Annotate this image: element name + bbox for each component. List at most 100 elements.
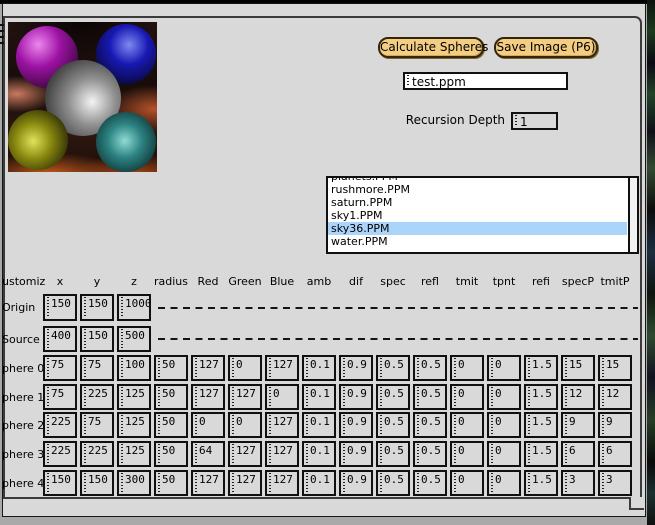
cell-phere-2-dif[interactable]: 0.9 xyxy=(339,412,373,438)
cell-phere-0-tpnt[interactable]: 0 xyxy=(487,355,521,381)
cell-phere-0-y[interactable]: 75 xyxy=(80,355,114,381)
cell-phere-2-x[interactable]: 225 xyxy=(43,412,77,438)
cell-Origin-y[interactable]: 150 xyxy=(80,294,114,321)
cell-phere-1-Blue[interactable]: 0 xyxy=(265,384,299,410)
cell-Source-z[interactable]: 500 xyxy=(117,326,151,352)
cell-phere-1-spec[interactable]: 0.5 xyxy=(376,384,410,410)
cell-phere-3-refi[interactable]: 1.5 xyxy=(524,441,558,467)
recursion-depth-input[interactable]: 1 xyxy=(511,112,558,130)
cell-phere-4-x[interactable]: 150 xyxy=(43,470,77,496)
cell-phere-2-tmitP[interactable]: 9 xyxy=(598,412,632,438)
cell-phere-4-Blue[interactable]: 127 xyxy=(265,470,299,496)
cell-phere-3-Blue[interactable]: 127 xyxy=(265,441,299,467)
cell-phere-0-Green[interactable]: 0 xyxy=(228,355,262,381)
cell-phere-0-tmit[interactable]: 0 xyxy=(450,355,484,381)
cell-phere-0-Red[interactable]: 127 xyxy=(191,355,225,381)
list-item-saturn.PPM[interactable]: saturn.PPM xyxy=(328,196,627,209)
cell-phere-3-refl[interactable]: 0.5 xyxy=(413,441,447,467)
column-header-dif: dif xyxy=(339,275,373,288)
list-item-water.PPM[interactable]: water.PPM xyxy=(328,235,627,248)
cell-phere-1-radius[interactable]: 50 xyxy=(154,384,188,410)
cell-phere-2-specP[interactable]: 9 xyxy=(561,412,595,438)
cell-phere-2-refi[interactable]: 1.5 xyxy=(524,412,558,438)
cell-phere-0-spec[interactable]: 0.5 xyxy=(376,355,410,381)
cell-phere-3-Red[interactable]: 64 xyxy=(191,441,225,467)
cell-phere-2-Red[interactable]: 0 xyxy=(191,412,225,438)
cell-phere-1-dif[interactable]: 0.9 xyxy=(339,384,373,410)
cell-phere-0-amb[interactable]: 0.1 xyxy=(302,355,336,381)
cell-Source-y[interactable]: 150 xyxy=(80,326,114,352)
list-item-sky1.PPM[interactable]: sky1.PPM xyxy=(328,209,627,222)
cell-phere-3-dif[interactable]: 0.9 xyxy=(339,441,373,467)
cell-Source-x[interactable]: 400 xyxy=(43,326,77,352)
cell-phere-1-Green[interactable]: 127 xyxy=(228,384,262,410)
cell-phere-2-z[interactable]: 125 xyxy=(117,412,151,438)
save-image-button[interactable]: Save Image (P6) xyxy=(494,37,598,58)
cell-phere-0-dif[interactable]: 0.9 xyxy=(339,355,373,381)
cell-phere-2-radius[interactable]: 50 xyxy=(154,412,188,438)
cell-phere-4-tpnt[interactable]: 0 xyxy=(487,470,521,496)
cell-Origin-z[interactable]: 1000 xyxy=(117,294,151,321)
list-item-rushmore.PPM[interactable]: rushmore.PPM xyxy=(328,183,627,196)
cell-phere-2-refl[interactable]: 0.5 xyxy=(413,412,447,438)
calculate-spheres-button[interactable]: Calculate Spheres xyxy=(378,37,484,58)
cell-phere-1-tmit[interactable]: 0 xyxy=(450,384,484,410)
cell-phere-0-Blue[interactable]: 127 xyxy=(265,355,299,381)
cell-phere-2-y[interactable]: 75 xyxy=(80,412,114,438)
list-item-clipped[interactable]: planets.PPM xyxy=(328,176,627,183)
cell-phere-2-amb[interactable]: 0.1 xyxy=(302,412,336,438)
filename-input[interactable]: test.ppm xyxy=(403,72,568,90)
cell-phere-2-spec[interactable]: 0.5 xyxy=(376,412,410,438)
cell-phere-4-radius[interactable]: 50 xyxy=(154,470,188,496)
cell-phere-3-spec[interactable]: 0.5 xyxy=(376,441,410,467)
cell-phere-2-Blue[interactable]: 127 xyxy=(265,412,299,438)
cell-phere-0-refl[interactable]: 0.5 xyxy=(413,355,447,381)
cell-phere-4-spec[interactable]: 0.5 xyxy=(376,470,410,496)
cell-phere-3-radius[interactable]: 50 xyxy=(154,441,188,467)
cell-phere-3-amb[interactable]: 0.1 xyxy=(302,441,336,467)
list-item-sky36.PPM[interactable]: sky36.PPM xyxy=(328,222,627,235)
cell-phere-2-tmit[interactable]: 0 xyxy=(450,412,484,438)
window-resize-grip[interactable] xyxy=(629,497,644,510)
cell-phere-4-dif[interactable]: 0.9 xyxy=(339,470,373,496)
cell-phere-0-x[interactable]: 75 xyxy=(43,355,77,381)
cell-phere-4-tmit[interactable]: 0 xyxy=(450,470,484,496)
cell-phere-4-refi[interactable]: 1.5 xyxy=(524,470,558,496)
cell-phere-1-refi[interactable]: 1.5 xyxy=(524,384,558,410)
cell-phere-4-Red[interactable]: 127 xyxy=(191,470,225,496)
cell-phere-4-Green[interactable]: 127 xyxy=(228,470,262,496)
cell-phere-1-Red[interactable]: 127 xyxy=(191,384,225,410)
cell-phere-3-tmitP[interactable]: 6 xyxy=(598,441,632,467)
cell-phere-4-amb[interactable]: 0.1 xyxy=(302,470,336,496)
cell-phere-1-amb[interactable]: 0.1 xyxy=(302,384,336,410)
cell-phere-3-x[interactable]: 225 xyxy=(43,441,77,467)
cell-phere-0-tmitP[interactable]: 15 xyxy=(598,355,632,381)
cell-phere-3-Green[interactable]: 127 xyxy=(228,441,262,467)
cell-phere-1-y[interactable]: 225 xyxy=(80,384,114,410)
cell-phere-2-Green[interactable]: 0 xyxy=(228,412,262,438)
cell-phere-1-specP[interactable]: 12 xyxy=(561,384,595,410)
cell-phere-1-tpnt[interactable]: 0 xyxy=(487,384,521,410)
cell-phere-4-tmitP[interactable]: 3 xyxy=(598,470,632,496)
cell-phere-4-specP[interactable]: 3 xyxy=(561,470,595,496)
cell-phere-1-tmitP[interactable]: 12 xyxy=(598,384,632,410)
cell-phere-4-refl[interactable]: 0.5 xyxy=(413,470,447,496)
cell-phere-3-y[interactable]: 225 xyxy=(80,441,114,467)
cell-phere-3-z[interactable]: 125 xyxy=(117,441,151,467)
cell-phere-3-tpnt[interactable]: 0 xyxy=(487,441,521,467)
cell-Origin-x[interactable]: 150 xyxy=(43,294,77,321)
cell-phere-0-radius[interactable]: 50 xyxy=(154,355,188,381)
cell-phere-3-specP[interactable]: 6 xyxy=(561,441,595,467)
column-header-y: y xyxy=(80,275,114,288)
list-scrollbar[interactable] xyxy=(628,178,637,252)
cell-phere-3-tmit[interactable]: 0 xyxy=(450,441,484,467)
cell-phere-0-refi[interactable]: 1.5 xyxy=(524,355,558,381)
cell-phere-2-tpnt[interactable]: 0 xyxy=(487,412,521,438)
cell-phere-0-z[interactable]: 100 xyxy=(117,355,151,381)
cell-phere-1-x[interactable]: 75 xyxy=(43,384,77,410)
cell-phere-4-y[interactable]: 150 xyxy=(80,470,114,496)
cell-phere-1-refl[interactable]: 0.5 xyxy=(413,384,447,410)
cell-phere-0-specP[interactable]: 15 xyxy=(561,355,595,381)
cell-phere-4-z[interactable]: 300 xyxy=(117,470,151,496)
cell-phere-1-z[interactable]: 125 xyxy=(117,384,151,410)
